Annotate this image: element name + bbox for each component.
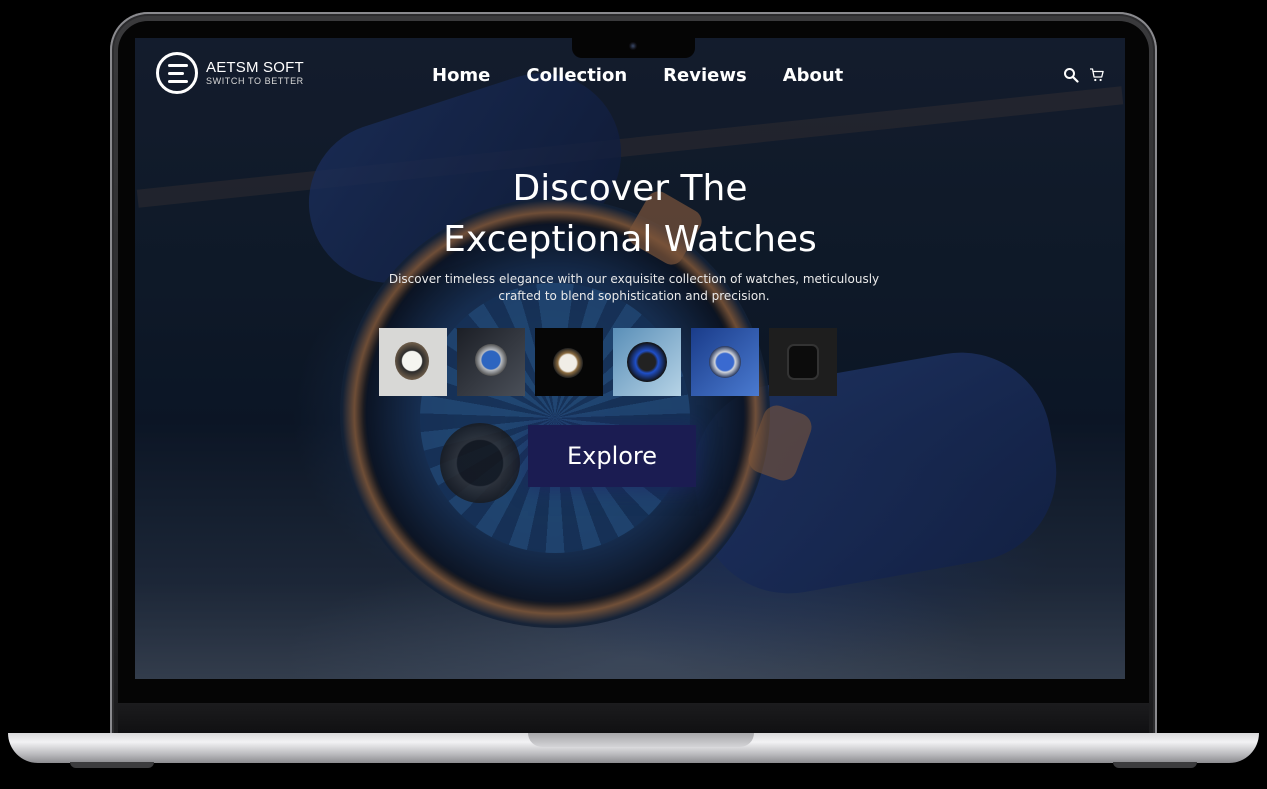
watch-thumbnail-1[interactable] xyxy=(379,328,447,396)
brand-name: AETSM SOFT xyxy=(206,59,304,76)
camera-icon xyxy=(629,42,637,50)
watch-thumbnail-2[interactable] xyxy=(457,328,525,396)
watch-thumbnail-4[interactable] xyxy=(613,328,681,396)
explore-button[interactable]: Explore xyxy=(528,425,696,487)
laptop-notch xyxy=(572,36,695,58)
nav-reviews[interactable]: Reviews xyxy=(663,65,747,86)
nav-collection[interactable]: Collection xyxy=(526,65,627,86)
header-icons xyxy=(1063,67,1105,83)
watch-thumbnail-5[interactable] xyxy=(691,328,759,396)
cart-icon[interactable] xyxy=(1089,67,1105,83)
brand-logo[interactable]: AETSM SOFT SWITCH TO BETTER xyxy=(156,52,304,94)
laptop-chin xyxy=(118,703,1149,733)
laptop-base xyxy=(8,733,1259,763)
search-icon[interactable] xyxy=(1063,67,1079,83)
brand-tagline: SWITCH TO BETTER xyxy=(206,76,304,86)
nav-about[interactable]: About xyxy=(783,65,844,86)
watch-thumbnail-3[interactable] xyxy=(535,328,603,396)
hero-subtitle: Discover timeless elegance with our exqu… xyxy=(388,272,880,303)
main-nav: Home Collection Reviews About xyxy=(432,65,879,86)
watch-thumbnail-6[interactable] xyxy=(769,328,837,396)
laptop-opening-notch xyxy=(528,733,754,747)
hero-title: Discover The Exceptional Watches xyxy=(135,163,1125,265)
watch-thumbnail-strip xyxy=(379,328,837,396)
logo-text: AETSM SOFT SWITCH TO BETTER xyxy=(206,59,304,87)
laptop-foot-right xyxy=(1113,762,1197,768)
laptop-foot-left xyxy=(70,762,154,768)
logo-mark-icon xyxy=(156,52,198,94)
hero-title-line1: Discover The xyxy=(512,168,748,209)
hero-title-line2: Exceptional Watches xyxy=(443,219,817,260)
nav-home[interactable]: Home xyxy=(432,65,490,86)
website-screen: AETSM SOFT SWITCH TO BETTER Home Collect… xyxy=(135,38,1125,679)
